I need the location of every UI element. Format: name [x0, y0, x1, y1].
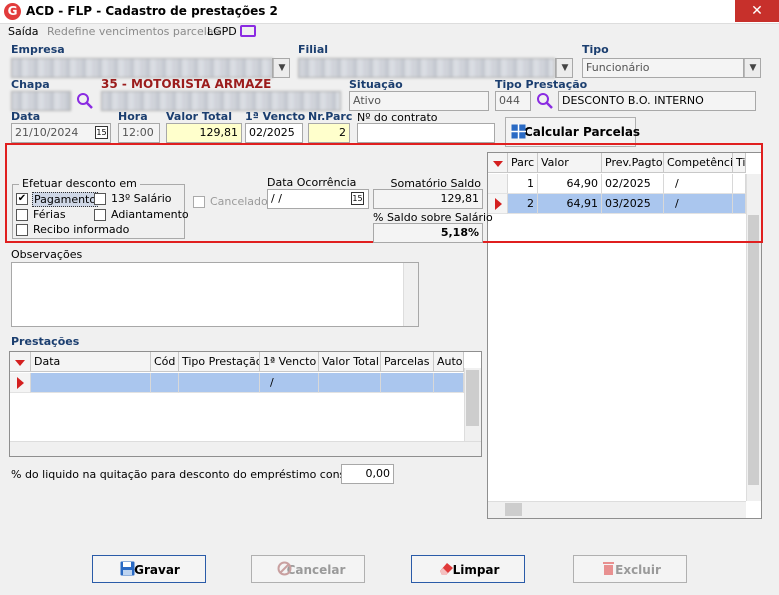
checkbox-cancelado[interactable]: [193, 196, 205, 208]
app-logo-icon: G: [4, 3, 21, 20]
pct-saldo-field: 5,18%: [373, 223, 483, 243]
col-auto[interactable]: Auto: [434, 352, 464, 372]
limpar-button[interactable]: Limpar: [411, 555, 525, 583]
close-button[interactable]: ✕: [735, 0, 779, 22]
somatorio-saldo-field: 129,81: [373, 189, 483, 209]
table-cell[interactable]: [31, 373, 151, 393]
tipo-dropdown[interactable]: ▼: [743, 58, 761, 78]
label-pct-liquido: % do liquido na quitação para desconto d…: [11, 468, 383, 481]
label-prestacoes: Prestações: [11, 335, 80, 348]
calendar-icon[interactable]: 15: [95, 126, 108, 139]
label-empresa: Empresa: [11, 43, 65, 56]
checkbox-13-salario[interactable]: [94, 193, 106, 205]
label-cancelado: Cancelado: [210, 195, 268, 208]
label-observacoes: Observações: [11, 248, 83, 261]
menu-redefine-vencimentos[interactable]: Redefine vencimentos parcelas: [47, 25, 219, 38]
label-valor-total: Valor Total: [166, 110, 232, 123]
dropdown-indicator-icon[interactable]: [15, 360, 25, 366]
menu-lgpd[interactable]: LGPD: [207, 25, 237, 38]
label-tipo-prestacao: Tipo Prestação: [495, 78, 588, 91]
label-nr-parc: Nr.Parc: [308, 110, 353, 123]
save-icon: [120, 561, 135, 576]
filial-combo[interactable]: [298, 58, 555, 78]
label-filial: Filial: [298, 43, 329, 56]
nr-parc-field[interactable]: 2: [308, 123, 350, 143]
col-tipo-prestacao[interactable]: Tipo Prestação: [179, 352, 260, 372]
cancelar-button[interactable]: Cancelar: [251, 555, 365, 583]
table-cell[interactable]: [381, 373, 434, 393]
checkbox-adiantamento[interactable]: [94, 209, 106, 221]
excluir-label: Excluir: [615, 563, 661, 577]
search-icon[interactable]: [76, 92, 94, 110]
hora-field[interactable]: 12:00: [118, 123, 160, 143]
grid-icon: [511, 124, 526, 139]
checkbox-recibo-informado[interactable]: [16, 224, 28, 236]
chevron-down-icon: ▼: [744, 59, 760, 77]
horizontal-scrollbar[interactable]: [10, 441, 481, 456]
label-hora: Hora: [118, 110, 148, 123]
col-parcelas[interactable]: Parcelas: [381, 352, 434, 372]
primeiro-vencto-field[interactable]: 02/2025: [245, 123, 303, 143]
scrollbar-thumb[interactable]: [748, 215, 759, 485]
menu-saida[interactable]: Saída: [8, 25, 39, 38]
excluir-button[interactable]: Excluir: [573, 555, 687, 583]
observacoes-textarea[interactable]: [11, 262, 419, 327]
table-cell[interactable]: [151, 373, 179, 393]
table-cell[interactable]: [434, 373, 464, 393]
label-data: Data: [11, 110, 41, 123]
scrollbar-thumb[interactable]: [466, 370, 479, 426]
tipo-prestacao-code[interactable]: 044: [495, 91, 531, 111]
checkbox-pagamento[interactable]: ✔: [16, 193, 28, 205]
eraser-icon: [440, 563, 453, 575]
valor-total-field[interactable]: 129,81: [166, 123, 242, 143]
search-icon[interactable]: [536, 92, 554, 110]
nro-contrato-field[interactable]: [357, 123, 495, 143]
vertical-scrollbar[interactable]: [403, 263, 418, 326]
current-row-arrow-icon: [17, 377, 24, 389]
cancelar-label: Cancelar: [286, 563, 346, 577]
label-chapa: Chapa: [11, 78, 50, 91]
col-data[interactable]: Data: [31, 352, 151, 372]
trash-icon: [603, 562, 614, 575]
label-pagamento[interactable]: Pagamento: [32, 192, 99, 207]
employee-role: 35 - MOTORISTA ARMAZE: [101, 77, 272, 91]
window-title: ACD - FLP - Cadastro de prestações 2: [26, 4, 278, 18]
chevron-down-icon: ▼: [556, 59, 572, 77]
empresa-combo[interactable]: [11, 58, 273, 78]
chapa-field[interactable]: [11, 91, 71, 111]
label-efetuar-desconto: Efetuar desconto em: [19, 177, 140, 190]
situacao-field: Ativo: [349, 91, 489, 111]
monitor-icon[interactable]: [240, 25, 256, 37]
filial-dropdown[interactable]: ▼: [555, 58, 573, 78]
table-cell[interactable]: [179, 373, 260, 393]
col-valor-total[interactable]: Valor Total: [319, 352, 381, 372]
calcular-parcelas-label: Calcular Parcelas: [524, 125, 641, 139]
cancel-icon: [277, 561, 292, 576]
gravar-label: Gravar: [134, 563, 180, 577]
pct-liquido-field[interactable]: 0,00: [341, 464, 394, 484]
label-ferias[interactable]: Férias: [33, 208, 66, 221]
label-tipo: Tipo: [582, 43, 609, 56]
label-data-ocorrencia: Data Ocorrência: [267, 176, 357, 189]
tipo-prestacao-desc: DESCONTO B.O. INTERNO: [558, 91, 756, 111]
tipo-combo[interactable]: Funcionário: [582, 58, 744, 78]
chevron-down-icon: ▼: [273, 59, 289, 77]
label-adiantamento[interactable]: Adiantamento: [111, 208, 189, 221]
label-recibo-informado[interactable]: Recibo informado: [33, 223, 129, 236]
label-13-salario[interactable]: 13º Salário: [111, 192, 172, 205]
employee-name-field: [101, 91, 341, 111]
horizontal-scrollbar[interactable]: [488, 501, 746, 518]
label-situacao: Situação: [349, 78, 403, 91]
col-primeiro-vencto[interactable]: 1ª Vencto: [260, 352, 319, 372]
scrollbar-thumb[interactable]: [505, 503, 522, 516]
empresa-dropdown[interactable]: ▼: [272, 58, 290, 78]
checkbox-ferias[interactable]: [16, 209, 28, 221]
col-cod[interactable]: Cód: [151, 352, 179, 372]
limpar-label: Limpar: [452, 563, 500, 577]
calendar-icon[interactable]: 15: [351, 192, 364, 205]
gravar-button[interactable]: Gravar: [92, 555, 206, 583]
label-primeiro-vencto: 1ª Vencto: [245, 110, 306, 123]
table-cell[interactable]: /: [260, 373, 319, 393]
table-cell[interactable]: [319, 373, 381, 393]
